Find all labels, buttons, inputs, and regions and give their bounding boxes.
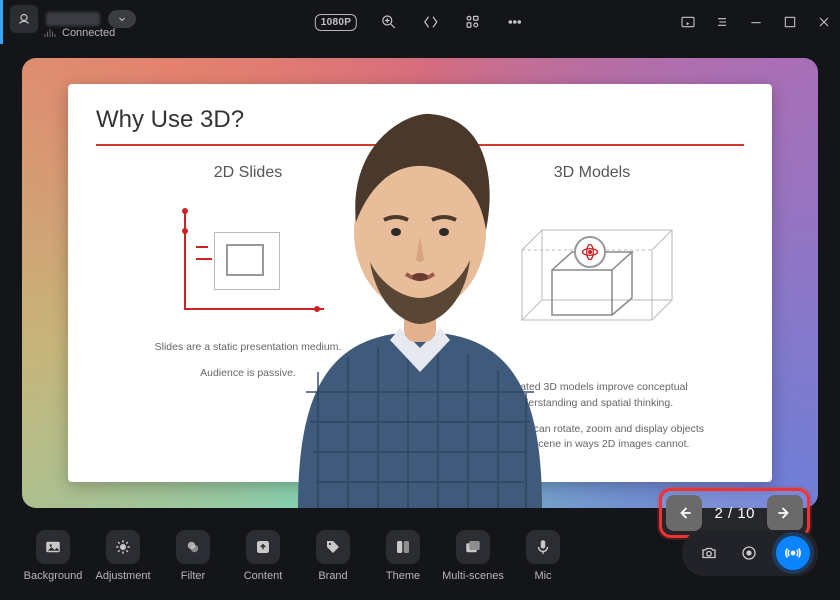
tool-content[interactable]: Content	[228, 530, 298, 582]
theme-icon	[394, 538, 412, 556]
brightness-icon	[114, 538, 132, 556]
close-icon	[816, 14, 832, 30]
record-button[interactable]	[736, 540, 762, 566]
user-name-placeholder	[46, 12, 100, 26]
titlebar: Connected 1080P	[0, 0, 840, 44]
accent-stripe	[0, 0, 3, 44]
pip-button[interactable]	[680, 14, 696, 30]
column-2d: 2D Slides Slides are a static presentati…	[96, 164, 400, 453]
resolution-badge[interactable]: 1080P	[315, 14, 357, 31]
pip-icon	[680, 14, 696, 30]
col-right-heading: 3D Models	[554, 164, 630, 182]
chevron-down-icon	[116, 13, 128, 25]
tool-label: Mic	[534, 570, 551, 582]
tool-filter[interactable]: Filter	[158, 530, 228, 582]
mic-icon	[534, 538, 552, 556]
caption-left-2: Audience is passive.	[200, 366, 296, 382]
go-live-button[interactable]	[776, 536, 810, 570]
upload-icon	[254, 538, 272, 556]
broadcast-icon	[784, 544, 802, 562]
signal-icon	[44, 27, 56, 39]
capture-cluster	[682, 530, 818, 576]
webcam-icon	[15, 10, 33, 28]
snapshot-button[interactable]	[696, 540, 722, 566]
tag-icon	[324, 538, 342, 556]
slide-card: Why Use 3D? 2D Slides Slides are a stati…	[68, 84, 772, 482]
connected-label: Connected	[62, 27, 115, 39]
user-menu-toggle[interactable]	[108, 10, 136, 28]
filter-icon	[184, 538, 202, 556]
camera-icon	[700, 544, 718, 562]
tool-label: Adjustment	[95, 570, 150, 582]
scenes-icon	[464, 538, 482, 556]
flip-button[interactable]	[421, 12, 441, 32]
slide-title: Why Use 3D?	[96, 106, 744, 134]
tool-mic[interactable]: Mic	[508, 530, 578, 582]
illustration-2d	[178, 210, 318, 310]
layout-grid-icon	[464, 13, 482, 31]
tool-adjustment[interactable]: Adjustment	[88, 530, 158, 582]
maximize-button[interactable]	[782, 14, 798, 30]
flip-icon	[422, 13, 440, 31]
layout-button[interactable]	[463, 12, 483, 32]
tool-background[interactable]: Background	[18, 530, 88, 582]
preview-stage: Why Use 3D? 2D Slides Slides are a stati…	[22, 58, 818, 508]
more-button[interactable]	[505, 12, 525, 32]
col-left-heading: 2D Slides	[214, 164, 282, 182]
caption-right-1: Animated 3D models improve conceptual un…	[472, 380, 712, 412]
caption-right-2: Presenters can rotate, zoom and display …	[472, 422, 712, 454]
titlebar-center-controls: 1080P	[315, 0, 525, 44]
tool-label: Multi-scenes	[442, 570, 504, 582]
tool-theme[interactable]: Theme	[368, 530, 438, 582]
maximize-icon	[782, 14, 798, 30]
connection-status: Connected	[6, 27, 142, 39]
bottom-toolbar: Background Adjustment Filter Content Bra…	[0, 516, 840, 600]
tool-label: Content	[244, 570, 283, 582]
tool-label: Theme	[386, 570, 420, 582]
tool-label: Background	[24, 570, 83, 582]
window-controls	[680, 0, 832, 44]
tool-multiscenes[interactable]: Multi-scenes	[438, 530, 508, 582]
list-icon	[714, 14, 730, 30]
minimize-icon	[748, 14, 764, 30]
zoom-in-button[interactable]	[379, 12, 399, 32]
tool-brand[interactable]: Brand	[298, 530, 368, 582]
illustration-3d	[502, 210, 682, 350]
slide-divider	[96, 144, 744, 146]
more-horizontal-icon	[506, 13, 524, 31]
image-icon	[44, 538, 62, 556]
tool-label: Brand	[318, 570, 347, 582]
record-icon	[740, 544, 758, 562]
tool-label: Filter	[181, 570, 205, 582]
rotate-3d-icon	[574, 236, 606, 268]
zoom-in-icon	[380, 13, 398, 31]
column-3d: 3D Models	[440, 164, 744, 453]
list-button[interactable]	[714, 14, 730, 30]
close-button[interactable]	[816, 14, 832, 30]
minimize-button[interactable]	[748, 14, 764, 30]
caption-left-1: Slides are a static presentation medium.	[155, 340, 342, 356]
